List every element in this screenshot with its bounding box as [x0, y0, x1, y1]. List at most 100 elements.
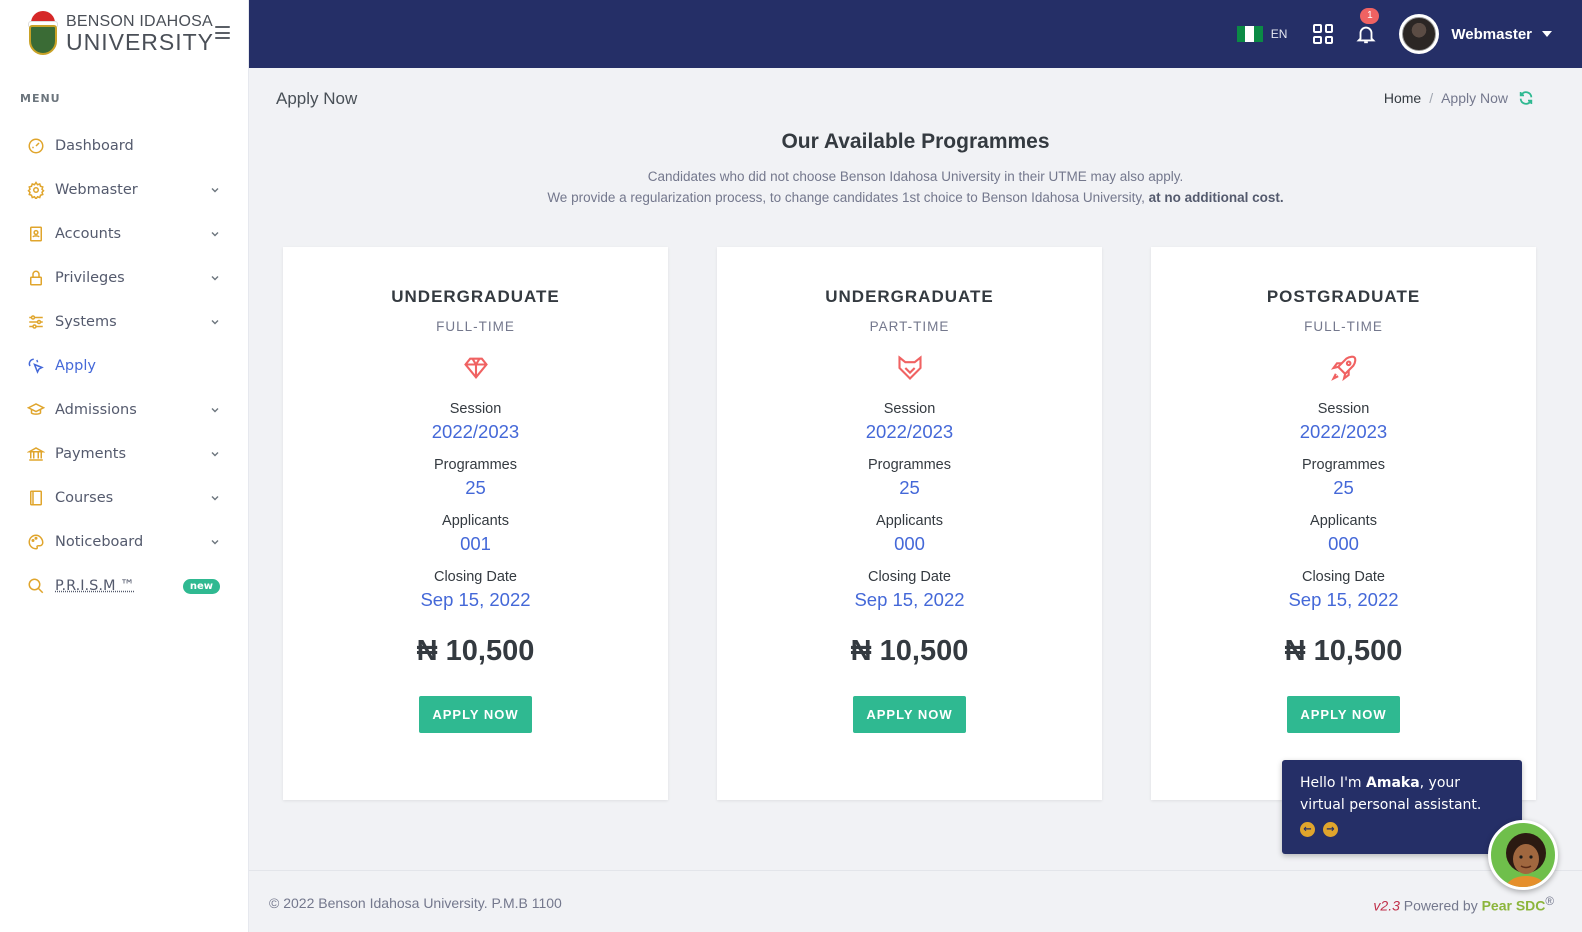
card-title: UNDERGRADUATE — [391, 287, 560, 306]
applicants-value: 000 — [1328, 533, 1359, 554]
sidebar-item-webmaster[interactable]: Webmaster — [0, 168, 248, 212]
card-title: UNDERGRADUATE — [825, 287, 994, 306]
intro-line2: We provide a regularization process, to … — [249, 187, 1582, 208]
breadcrumb: Home / Apply Now — [1384, 90, 1534, 106]
programme-card: POSTGRADUATE FULL-TIME Session 2022/2023 … — [1151, 247, 1536, 800]
settings-icon — [26, 180, 46, 200]
sidebar: BENSON IDAHOSA UNIVERSITY MENU Dashboard… — [0, 0, 249, 932]
card-subtitle: FULL-TIME — [1304, 319, 1383, 334]
chevron-down-icon — [211, 188, 219, 193]
arrow-right-icon[interactable]: → — [1323, 822, 1338, 837]
breadcrumb-separator: / — [1429, 90, 1434, 106]
programmes-heading: Our Available Programmes — [781, 130, 1050, 153]
brand[interactable]: BENSON IDAHOSA UNIVERSITY — [0, 0, 248, 68]
assistant-greeting-pre: Hello I'm — [1300, 775, 1362, 791]
price: ₦ 10,500 — [416, 635, 535, 667]
notification-count-badge: 1 — [1360, 8, 1380, 24]
avatar[interactable] — [1399, 14, 1440, 54]
new-badge: new — [182, 578, 220, 594]
palette-icon — [26, 532, 46, 552]
programmes-intro: Candidates who did not choose Benson Ida… — [249, 166, 1582, 208]
sidebar-item-label: Apply — [55, 358, 96, 374]
sidebar-item-systems[interactable]: Systems — [0, 300, 248, 344]
sidebar-item-noticeboard[interactable]: Noticeboard — [0, 520, 248, 564]
bank-icon — [26, 444, 46, 464]
assistant-name: Amaka — [1366, 775, 1420, 791]
programmes-label: Programmes — [434, 457, 517, 473]
brand-text: BENSON IDAHOSA UNIVERSITY — [66, 14, 214, 54]
notifications-button[interactable]: 1 — [1355, 8, 1380, 46]
sidebar-item-payments[interactable]: Payments — [0, 432, 248, 476]
breadcrumb-home-link[interactable]: Home — [1384, 90, 1421, 106]
brand-line1: BENSON IDAHOSA — [66, 13, 213, 30]
registered-mark: ® — [1545, 895, 1554, 908]
assistant-nav: ← → — [1300, 822, 1504, 837]
sidebar-item-apply[interactable]: Apply — [0, 344, 248, 388]
intro-line2-bold: at no additional cost. — [1148, 190, 1284, 205]
closing-date-label: Closing Date — [433, 569, 517, 585]
intro-line1: Candidates who did not choose Benson Ida… — [647, 169, 1184, 184]
closing-date-label: Closing Date — [1301, 569, 1385, 585]
powered-by-text: Powered by — [1403, 897, 1478, 914]
chevron-down-icon — [211, 496, 219, 501]
sliders-icon — [26, 312, 46, 332]
graduation-cap-icon — [26, 400, 46, 420]
sidebar-item-prism[interactable]: P.R.I.S.M ™ new — [0, 564, 248, 608]
refresh-icon[interactable] — [1518, 90, 1534, 106]
apply-now-button[interactable]: APPLY NOW — [1287, 696, 1400, 733]
language-selector[interactable]: EN — [1271, 27, 1288, 41]
page-title: Apply Now — [276, 89, 358, 108]
sidebar-item-admissions[interactable]: Admissions — [0, 388, 248, 432]
copyright-text: © 2022 Benson Idahosa University. P.M.B … — [269, 895, 562, 911]
pointer-click-icon — [26, 356, 46, 376]
sidebar-item-dashboard[interactable]: Dashboard — [0, 124, 248, 168]
programmes-label: Programmes — [1302, 457, 1385, 473]
lock-icon — [26, 268, 46, 288]
session-label: Session — [883, 401, 936, 417]
applicants-label: Applicants — [442, 513, 509, 529]
sidebar-item-courses[interactable]: Courses — [0, 476, 248, 520]
session-value: 2022/2023 — [431, 421, 520, 442]
assistant-bubble[interactable]: Hello I'm Amaka, your virtual personal a… — [1282, 760, 1522, 854]
sidebar-item-label: Courses — [55, 490, 114, 506]
chevron-down-icon — [211, 276, 219, 281]
chevron-down-icon — [211, 540, 219, 545]
programme-card: UNDERGRADUATE PART-TIME Session 2022/2023… — [717, 247, 1102, 800]
card-subtitle: FULL-TIME — [436, 319, 515, 334]
sidebar-item-label: Webmaster — [55, 182, 138, 198]
programmes-value: 25 — [1333, 477, 1354, 498]
assistant-message: Hello I'm Amaka, your virtual personal a… — [1300, 772, 1504, 816]
nigeria-flag-icon[interactable] — [1236, 26, 1263, 42]
programmes-label: Programmes — [868, 457, 951, 473]
topbar-actions: EN 1 Webmaster — [1236, 0, 1552, 68]
intro-line2-text: We provide a regularization process, to … — [547, 190, 1145, 205]
sidebar-item-accounts[interactable]: Accounts — [0, 212, 248, 256]
powered-by: v2.3 Powered by Pear SDC® — [1373, 895, 1554, 914]
arrow-left-icon[interactable]: ← — [1300, 822, 1315, 837]
apply-now-button[interactable]: APPLY NOW — [419, 696, 532, 733]
card-title: POSTGRADUATE — [1266, 287, 1421, 306]
assistant-avatar[interactable] — [1488, 820, 1558, 890]
sidebar-item-label: Systems — [55, 314, 117, 330]
vendor-link[interactable]: Pear SDC — [1482, 898, 1546, 914]
sidebar-item-privileges[interactable]: Privileges — [0, 256, 248, 300]
rocket-icon — [1330, 355, 1356, 382]
contact-book-icon — [26, 224, 46, 244]
programme-card: UNDERGRADUATE FULL-TIME Session 2022/2023… — [283, 247, 668, 800]
university-crest-logo — [26, 11, 60, 57]
caret-down-icon[interactable] — [1542, 31, 1552, 37]
applicants-label: Applicants — [876, 513, 943, 529]
user-menu-name[interactable]: Webmaster — [1451, 26, 1532, 43]
version-label: v2.3 — [1373, 897, 1400, 914]
menu-toggle-icon[interactable] — [215, 26, 230, 39]
sidebar-item-label: P.R.I.S.M ™ — [55, 578, 135, 594]
price: ₦ 10,500 — [850, 635, 969, 667]
apps-grid-icon[interactable] — [1313, 24, 1334, 44]
sidebar-item-label: Dashboard — [55, 138, 134, 154]
chevron-down-icon — [211, 320, 219, 325]
apply-now-button[interactable]: APPLY NOW — [853, 696, 966, 733]
sidebar-item-label: Privileges — [55, 270, 125, 286]
closing-date-value: Sep 15, 2022 — [854, 589, 965, 610]
bell-icon — [1356, 26, 1376, 44]
closing-date-value: Sep 15, 2022 — [1288, 589, 1399, 610]
